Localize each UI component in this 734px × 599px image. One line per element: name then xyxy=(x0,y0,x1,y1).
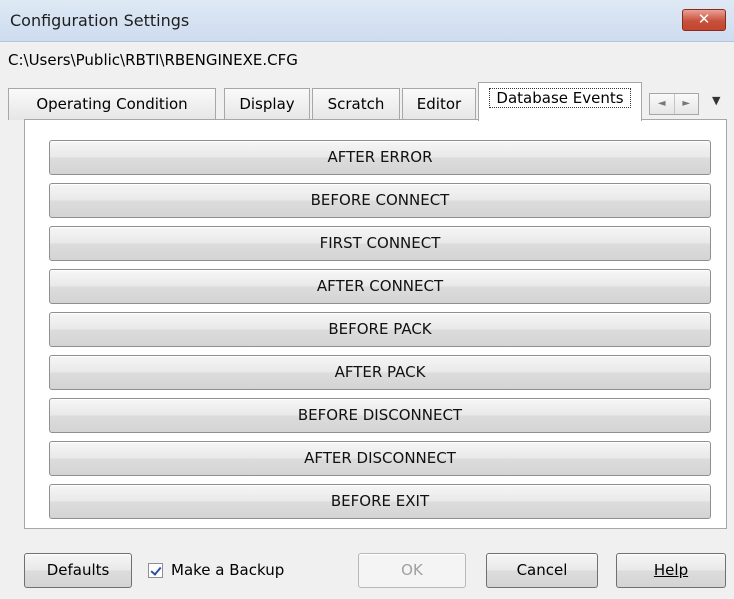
tab-database-events[interactable]: Database Events xyxy=(478,82,642,121)
defaults-button[interactable]: Defaults xyxy=(24,553,132,588)
tab-display[interactable]: Display xyxy=(224,88,310,120)
cancel-button[interactable]: Cancel xyxy=(486,553,598,588)
tab-menu-dropdown-icon[interactable]: ▼ xyxy=(712,94,720,107)
tab-strip: Operating Condition Display Scratch Edit… xyxy=(0,82,734,121)
make-backup-label: Make a Backup xyxy=(171,561,285,579)
tab-label: Display xyxy=(239,95,295,113)
database-events-panel: AFTER ERROR BEFORE CONNECT FIRST CONNECT… xyxy=(24,119,727,529)
window-title: Configuration Settings xyxy=(10,11,190,30)
after-pack-button[interactable]: AFTER PACK xyxy=(49,355,711,390)
tab-scratch[interactable]: Scratch xyxy=(312,88,400,120)
after-connect-button[interactable]: AFTER CONNECT xyxy=(49,269,711,304)
tab-label: Database Events xyxy=(489,88,631,108)
help-button[interactable]: Help xyxy=(616,553,726,588)
after-error-button[interactable]: AFTER ERROR xyxy=(49,140,711,175)
scroll-right-icon[interactable]: ► xyxy=(675,94,699,114)
tab-operating-condition[interactable]: Operating Condition xyxy=(8,88,216,120)
tab-label: Scratch xyxy=(327,95,385,113)
tab-label: Editor xyxy=(416,95,462,113)
ok-button[interactable]: OK xyxy=(358,553,466,588)
before-exit-button[interactable]: BEFORE EXIT xyxy=(49,484,711,519)
help-label: Help xyxy=(653,561,689,579)
close-icon: ✕ xyxy=(697,10,711,28)
tab-editor[interactable]: Editor xyxy=(402,88,476,120)
tab-label: Operating Condition xyxy=(36,95,188,113)
event-button-list: AFTER ERROR BEFORE CONNECT FIRST CONNECT… xyxy=(49,140,711,527)
config-file-path: C:\Users\Public\RBTI\RBENGINEXE.CFG xyxy=(8,51,298,69)
before-pack-button[interactable]: BEFORE PACK xyxy=(49,312,711,347)
first-connect-button[interactable]: FIRST CONNECT xyxy=(49,226,711,261)
before-connect-button[interactable]: BEFORE CONNECT xyxy=(49,183,711,218)
make-backup-option[interactable]: Make a Backup xyxy=(148,561,284,579)
make-backup-checkbox[interactable] xyxy=(148,562,163,578)
tab-scroll-buttons: ◄ ► xyxy=(649,93,699,115)
title-bar: Configuration Settings ✕ xyxy=(0,0,734,42)
before-disconnect-button[interactable]: BEFORE DISCONNECT xyxy=(49,398,711,433)
after-disconnect-button[interactable]: AFTER DISCONNECT xyxy=(49,441,711,476)
scroll-left-icon[interactable]: ◄ xyxy=(650,94,675,114)
close-button[interactable]: ✕ xyxy=(682,9,726,31)
